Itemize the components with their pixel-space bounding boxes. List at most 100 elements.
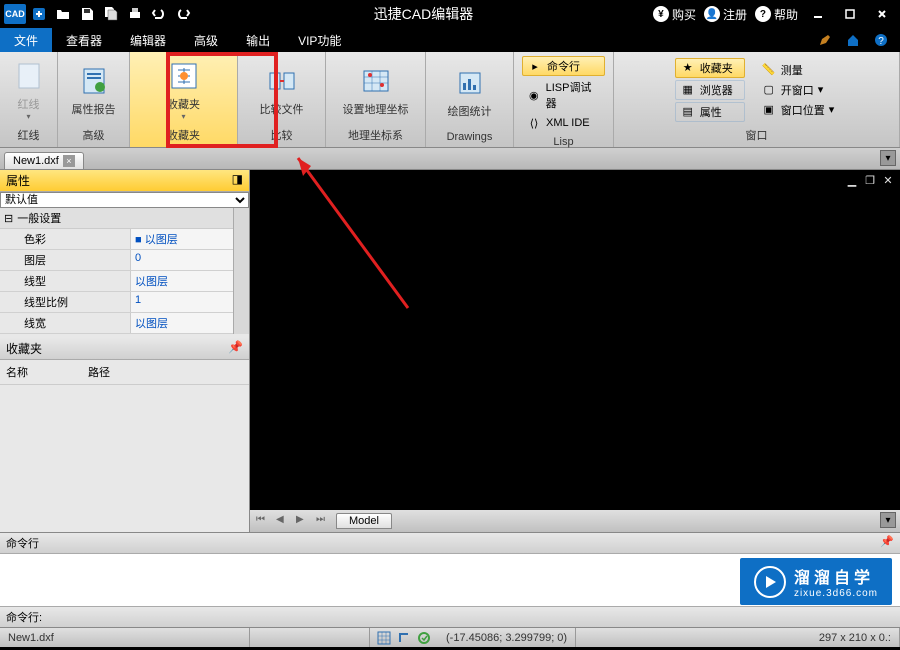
compare-button[interactable]: 比较文件 [252, 59, 312, 121]
maximize-button[interactable] [838, 4, 862, 24]
default-combo[interactable]: 默认值 [0, 192, 249, 208]
prop-row[interactable]: 线宽以图层 [0, 313, 233, 334]
property-report-button[interactable]: 属性报告 [64, 59, 124, 121]
col-path: 路径 [88, 364, 110, 380]
favorites-button[interactable]: 收藏夹▾ [158, 54, 210, 125]
status-paper: 297 x 210 x 0.: [811, 628, 900, 647]
info-icon[interactable]: ? [870, 29, 892, 51]
redo-icon[interactable] [172, 3, 194, 25]
buy-button[interactable]: ¥购买 [653, 6, 696, 23]
statusbar: New1.dxf (-17.45086; 3.299799; 0) 297 x … [0, 627, 900, 647]
ribbon: 红线▾ 红线 属性报告 高级 收藏夹▾ 收藏夹 比较文件 比较 设置地理坐标 地… [0, 52, 900, 148]
tab-last-icon[interactable]: ⏭ [316, 514, 330, 528]
new-icon[interactable] [28, 3, 50, 25]
canvas-min-icon[interactable]: ▁ [844, 173, 860, 187]
favorites-header: 收藏夹📌 [0, 338, 249, 360]
app-icon: CAD [4, 3, 26, 25]
snap-icon[interactable] [416, 630, 432, 646]
group-label: Drawings [430, 129, 509, 145]
model-chevron-button[interactable]: ▾ [880, 512, 896, 528]
lisp-debugger-button[interactable]: ◉LISP调试器 [522, 78, 605, 112]
home-icon[interactable] [842, 29, 864, 51]
command-header: 命令行📌 [0, 533, 900, 554]
lisp-icon: ◉ [526, 87, 542, 103]
print-icon[interactable] [124, 3, 146, 25]
minimize-button[interactable] [806, 4, 830, 24]
fav-icon: ★ [680, 60, 696, 76]
open-icon[interactable] [52, 3, 74, 25]
measure-button[interactable]: 📏测量 [757, 61, 839, 79]
pin-icon[interactable]: ◨ [232, 172, 243, 189]
canvas-restore-icon[interactable]: ❐ [862, 173, 878, 187]
ortho-icon[interactable] [396, 630, 412, 646]
prop-row[interactable]: 线型以图层 [0, 271, 233, 292]
save-icon[interactable] [76, 3, 98, 25]
menu-output[interactable]: 输出 [232, 28, 284, 52]
prop-row[interactable]: 色彩■ 以图层 [0, 229, 233, 250]
titlebar: CAD 迅捷CAD编辑器 ¥购买 👤注册 ?帮助 [0, 0, 900, 28]
group-label: 窗口 [618, 125, 895, 145]
tab-first-icon[interactable]: ⏮ [256, 514, 270, 528]
model-tab-strip: ⏮ ◀ ▶ ⏭ Model ▾ [250, 510, 900, 532]
open-window-button[interactable]: ▢开窗口 ▾ [757, 81, 839, 99]
menu-file[interactable]: 文件 [0, 28, 52, 52]
play-icon [754, 566, 786, 598]
stats-icon [452, 65, 488, 101]
save-all-icon[interactable] [100, 3, 122, 25]
canvas-close-icon[interactable]: ✕ [880, 173, 896, 187]
scrollbar[interactable] [233, 208, 249, 334]
drawing-stats-button[interactable]: 绘图统计 [440, 61, 500, 123]
properties-button[interactable]: ▤属性 [675, 102, 745, 122]
menu-viewer[interactable]: 查看器 [52, 28, 116, 52]
group-label: 比较 [242, 125, 321, 145]
file-tab-label: New1.dxf [13, 155, 59, 167]
prop-row[interactable]: 图层0 [0, 250, 233, 271]
watermark: 溜溜自学zixue.3d66.com [740, 558, 892, 605]
pin-icon[interactable]: 📌 [228, 340, 243, 357]
close-tab-icon[interactable]: × [63, 155, 75, 167]
status-file: New1.dxf [0, 628, 250, 647]
model-tab[interactable]: Model [336, 513, 392, 529]
pencil-icon[interactable] [814, 29, 836, 51]
undo-icon[interactable] [148, 3, 170, 25]
geo-icon [358, 63, 394, 99]
tab-chevron-button[interactable]: ▾ [880, 150, 896, 166]
browser-button[interactable]: ▦浏览器 [675, 80, 745, 100]
geo-coord-button[interactable]: 设置地理坐标 [335, 59, 417, 121]
report-icon [76, 63, 112, 99]
window-position-button[interactable]: ▣窗口位置 ▾ [757, 101, 839, 119]
pin-icon[interactable]: 📌 [880, 535, 894, 551]
command-output: 溜溜自学zixue.3d66.com [0, 554, 900, 606]
file-tab-strip: New1.dxf × ▾ [0, 148, 900, 170]
prop-group-header[interactable]: ⊟一般设置 [0, 208, 233, 229]
favorites-small-button[interactable]: ★收藏夹 [675, 58, 745, 78]
group-label: 红线 [4, 125, 53, 145]
menubar: 文件 查看器 编辑器 高级 输出 VIP功能 ? [0, 28, 900, 52]
register-button[interactable]: 👤注册 [704, 6, 747, 23]
tab-prev-icon[interactable]: ◀ [276, 514, 290, 528]
group-label: 收藏夹 [134, 125, 233, 145]
xml-ide-button[interactable]: ⟨⟩XML IDE [522, 114, 605, 132]
property-grid: 色彩■ 以图层 图层0 线型以图层 线型比例1 线宽以图层 [0, 229, 233, 334]
measure-icon: 📏 [761, 62, 777, 78]
cmdline-button[interactable]: ▸命令行 [522, 56, 605, 76]
favorites-icon [166, 58, 202, 94]
menu-editor[interactable]: 编辑器 [116, 28, 180, 52]
window-title: 迅捷CAD编辑器 [194, 4, 653, 24]
file-tab[interactable]: New1.dxf × [4, 152, 84, 169]
svg-text:?: ? [878, 36, 884, 47]
grid-icon[interactable] [376, 630, 392, 646]
tab-next-icon[interactable]: ▶ [296, 514, 310, 528]
menu-advanced[interactable]: 高级 [180, 28, 232, 52]
winpos-icon: ▣ [761, 102, 777, 118]
compare-icon [264, 63, 300, 99]
command-input[interactable]: 命令行: [0, 606, 900, 627]
drawing-canvas[interactable]: ▁ ❐ ✕ ⏮ ◀ ▶ ⏭ Model ▾ [250, 170, 900, 532]
redline-icon [11, 58, 47, 94]
status-coords: (-17.45086; 3.299799; 0) [438, 628, 576, 647]
help-button[interactable]: ?帮助 [755, 6, 798, 23]
prop-row[interactable]: 线型比例1 [0, 292, 233, 313]
menu-vip[interactable]: VIP功能 [284, 28, 355, 52]
close-button[interactable] [870, 4, 894, 24]
col-name: 名称 [6, 364, 28, 380]
